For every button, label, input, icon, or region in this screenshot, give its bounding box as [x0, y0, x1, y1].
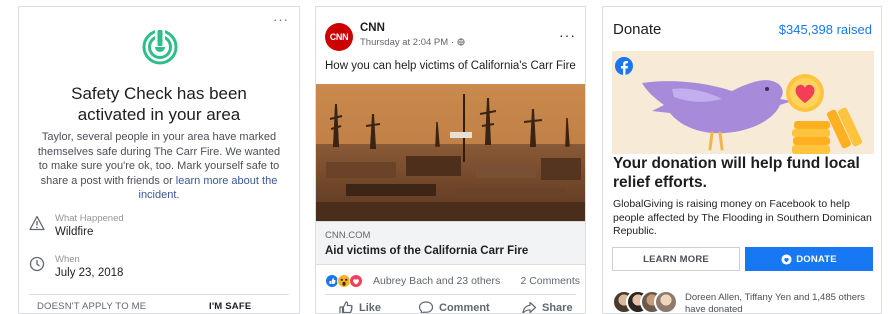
more-options-icon[interactable]: ··· [273, 13, 289, 26]
link-preview[interactable]: CNN.COM Aid victims of the California Ca… [316, 221, 585, 265]
link-title: Aid victims of the California Carr Fire [325, 245, 529, 257]
globe-icon [457, 38, 465, 46]
divider [325, 294, 576, 295]
when-label: When [55, 254, 80, 265]
cnn-post-card: CNN CNN Thursday at 2:04 PM · ··· How yo… [315, 6, 586, 314]
warning-icon [29, 215, 45, 231]
donor-avatars[interactable] [612, 290, 678, 313]
like-label: Like [359, 302, 382, 314]
safety-check-card: ··· Safety Check has been activated in y… [18, 6, 300, 314]
cnn-logo-text: CNN [329, 32, 349, 42]
what-happened-label: What Happened [55, 213, 124, 224]
doesnt-apply-button[interactable]: DOESN'T APPLY TO ME [37, 301, 146, 312]
share-icon [522, 301, 537, 313]
safety-actions: DOESN'T APPLY TO ME I'M SAFE [19, 301, 299, 313]
safety-check-icon [142, 29, 178, 65]
learn-more-button[interactable]: LEARN MORE [612, 247, 740, 271]
share-label: Share [542, 302, 573, 314]
description-end: . [176, 189, 180, 201]
post-author[interactable]: CNN [360, 22, 385, 34]
donate-description: GlobalGiving is raising money on Faceboo… [613, 198, 872, 238]
donate-headline: Your donation will help fund local relie… [613, 155, 860, 191]
wildfire-aftermath-photo[interactable] [316, 84, 586, 221]
comment-count[interactable]: 2 Comments [520, 275, 580, 287]
post-actions: Like Comment Share [316, 300, 585, 314]
more-options-icon[interactable]: ··· [559, 28, 576, 42]
reaction-icons[interactable] [325, 273, 369, 289]
avatar [654, 290, 678, 313]
donate-button[interactable]: DONATE [745, 247, 873, 271]
reaction-names[interactable]: Aubrey Bach and 23 others [373, 275, 500, 287]
im-safe-button[interactable]: I'M SAFE [209, 301, 251, 312]
donate-card: Donate $345,398 raised Your donation wil… [602, 6, 882, 314]
donate-heart-icon [781, 253, 792, 265]
donate-label: DONATE [796, 253, 837, 265]
what-happened-value: Wildfire [55, 226, 94, 238]
amount-raised: $345,398 raised [778, 22, 872, 37]
when-value: July 23, 2018 [55, 267, 124, 279]
share-button[interactable]: Share [521, 300, 573, 314]
divider [29, 294, 289, 295]
reactions-bar: Aubrey Bach and 23 others 2 Comments [325, 273, 580, 289]
like-icon [339, 301, 353, 313]
safety-check-title: Safety Check has been activated in your … [71, 84, 247, 124]
link-domain: CNN.COM [325, 230, 371, 241]
post-timestamp[interactable]: Thursday at 2:04 PM · [360, 37, 457, 48]
like-button[interactable]: Like [338, 300, 382, 314]
post-text: How you can help victims of California's… [325, 60, 576, 72]
comment-icon [418, 301, 434, 313]
post-meta: Thursday at 2:04 PM · [360, 37, 465, 48]
facebook-icon [615, 57, 633, 75]
clock-icon [29, 256, 45, 272]
donate-header: Donate [613, 21, 662, 38]
bird-heart-coins-illustration [612, 51, 874, 154]
cnn-avatar[interactable]: CNN [325, 23, 353, 51]
comment-button[interactable]: Comment [418, 300, 490, 314]
comment-label: Comment [439, 302, 490, 314]
donors-text[interactable]: Doreen Allen, Tiffany Yen and 1,485 othe… [685, 292, 873, 313]
safety-check-description: Taylor, several people in your area have… [19, 130, 299, 203]
